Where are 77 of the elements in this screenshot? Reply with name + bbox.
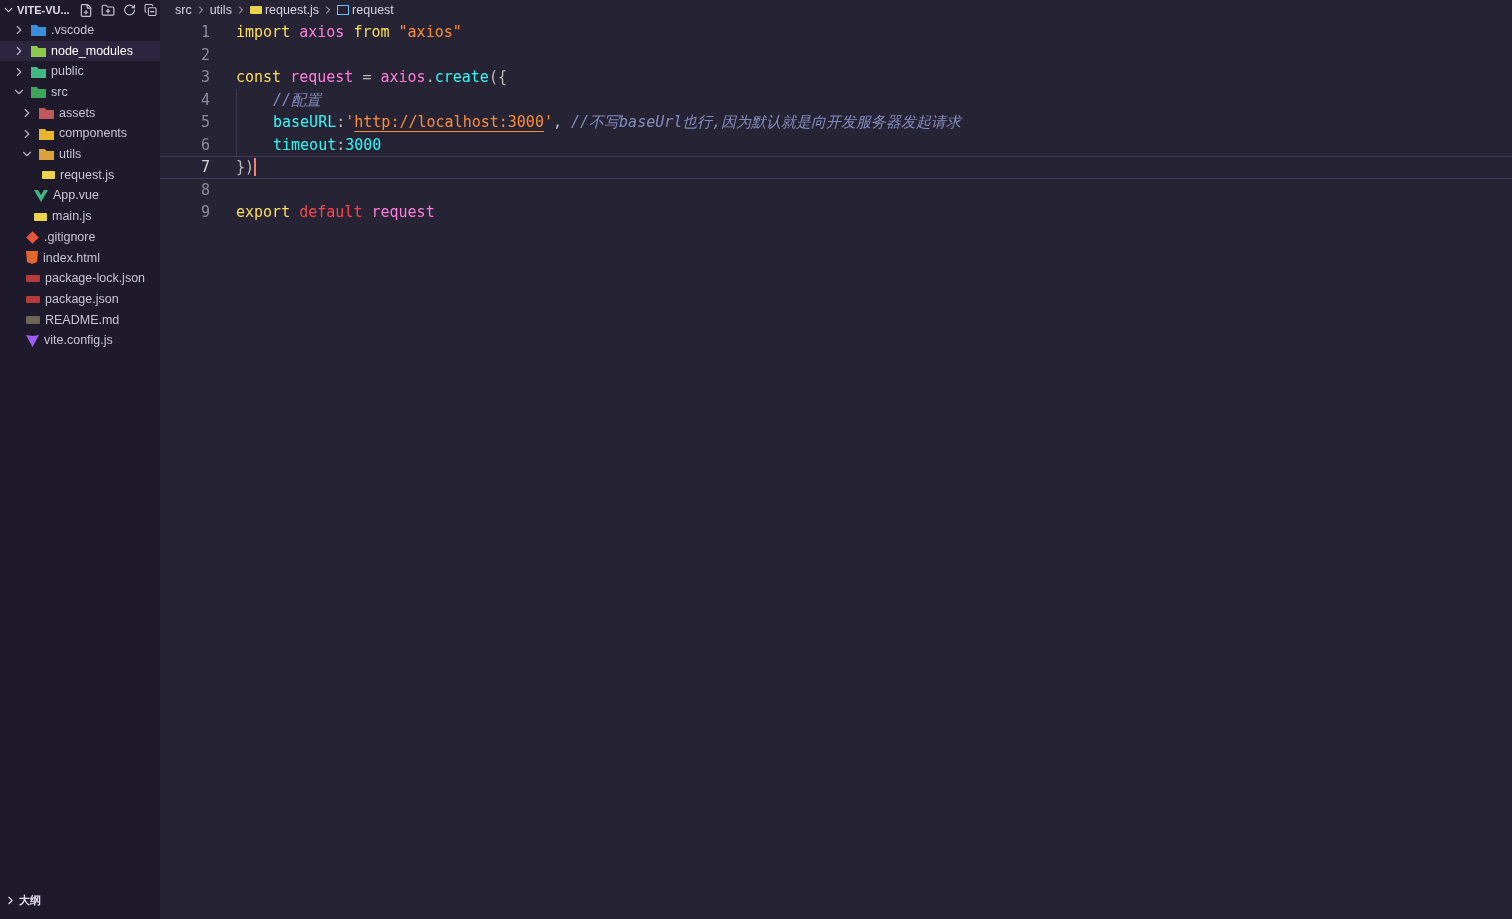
tree-item[interactable]: .vscode	[0, 20, 160, 41]
line-number: 7	[199, 157, 211, 178]
tree-item[interactable]: main.js	[0, 206, 160, 227]
tree-item[interactable]: index.html	[0, 247, 160, 269]
tree-item-label: package.json	[45, 290, 119, 308]
code-line: const request = axios.create({	[236, 67, 507, 88]
breadcrumb-item[interactable]: utils	[209, 0, 232, 20]
tree-item-label: request.js	[60, 166, 115, 184]
tree-item[interactable]: vite.config.js	[0, 330, 160, 351]
folder-icon	[31, 86, 46, 99]
line-number: 3	[199, 67, 211, 88]
tree-item[interactable]: node_modules	[0, 40, 160, 62]
tree-item[interactable]: public	[0, 61, 160, 83]
breadcrumb-item[interactable]: request.js	[264, 0, 320, 20]
file-badge-icon	[249, 6, 262, 14]
v-shape-icon	[34, 189, 48, 202]
tree-item-label: package-lock.json	[45, 270, 146, 288]
folder-icon	[39, 107, 54, 120]
tree-item-label: .gitignore	[44, 228, 96, 246]
folder-icon	[39, 148, 54, 161]
tree-item[interactable]: utils	[0, 144, 160, 165]
code-line: })	[236, 157, 255, 178]
line-number: 8	[199, 179, 211, 201]
tree-item-label: public	[51, 63, 84, 81]
folder-icon	[31, 24, 46, 37]
tree-item-label: vite.config.js	[44, 332, 113, 350]
tree-item[interactable]: .gitignore	[0, 226, 160, 248]
breadcrumb-item[interactable]: request	[352, 0, 394, 20]
tree-item[interactable]: App.vue	[0, 185, 160, 207]
code-line: //配置	[273, 89, 322, 111]
tree-item[interactable]: request.js	[0, 164, 160, 186]
file-badge-icon	[26, 295, 40, 303]
explorer-title: VITE-VU...	[17, 2, 70, 18]
code-line: baseURL:'http://localhost:3000', //不写baseUrl也行,因为默认就是向开发服务器发起请求	[273, 112, 962, 133]
breadcrumb-item[interactable]: src	[175, 0, 192, 20]
text-cursor	[254, 158, 257, 177]
folder-icon	[39, 127, 54, 140]
file-badge-icon	[42, 171, 55, 180]
tree-item-label: index.html	[43, 249, 100, 267]
line-number: 1	[199, 22, 211, 43]
tree-item-label: src	[51, 84, 68, 102]
line-number: 5	[199, 112, 211, 133]
tree-item[interactable]: README.md	[0, 309, 160, 331]
tree-item-label: .vscode	[51, 21, 95, 39]
tree-item-label: assets	[59, 104, 96, 122]
line-number: 6	[199, 134, 211, 156]
line-number: 9	[199, 202, 211, 223]
outline-header[interactable]: 大纲	[0, 889, 160, 911]
line-number: 2	[199, 44, 211, 66]
new-folder-icon[interactable]	[100, 2, 115, 18]
symbol-icon	[337, 5, 350, 15]
tree-item-label: utils	[59, 146, 82, 164]
line-number: 4	[199, 89, 211, 111]
code-line: timeout:3000	[273, 134, 382, 156]
tree-item-label: App.vue	[53, 187, 99, 205]
file-badge-icon	[26, 315, 40, 324]
code-line: export default request	[236, 202, 435, 223]
new-file-icon[interactable]	[78, 2, 93, 18]
tree-item[interactable]: package.json	[0, 288, 160, 310]
tree-item[interactable]: assets	[0, 102, 160, 124]
tree-item[interactable]: package-lock.json	[0, 268, 160, 289]
folder-icon	[31, 45, 46, 58]
file-badge-icon	[26, 275, 40, 283]
tree-item[interactable]: components	[0, 123, 160, 145]
lightning-icon	[26, 334, 39, 348]
code-line: import axios from "axios"	[236, 22, 462, 43]
shield-icon	[26, 251, 38, 265]
tree-item-label: main.js	[52, 208, 92, 226]
tree-item-label: node_modules	[51, 42, 133, 60]
tree-item-label: README.md	[45, 311, 120, 329]
file-badge-icon	[34, 212, 47, 221]
diamond-icon	[26, 230, 39, 244]
collapse-icon[interactable]	[143, 3, 157, 17]
tree-item-label: components	[59, 125, 128, 143]
refresh-icon[interactable]	[122, 3, 136, 17]
tree-item[interactable]: src	[0, 82, 160, 103]
folder-icon	[31, 65, 46, 78]
